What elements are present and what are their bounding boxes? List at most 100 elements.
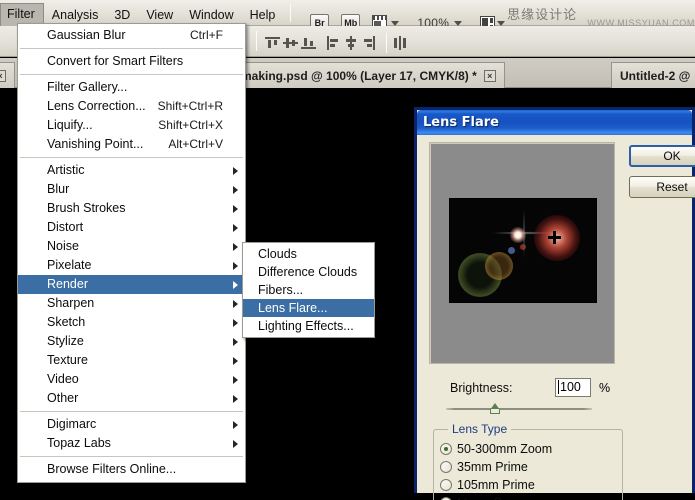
submenu-item-lens-flare[interactable]: Lens Flare... [243, 299, 374, 317]
menu-item-shortcut: Shift+Ctrl+X [158, 118, 223, 132]
menu-item-label: Digimarc [47, 417, 97, 431]
menu-item-sketch[interactable]: Sketch [18, 313, 245, 332]
submenu-arrow-icon [233, 421, 238, 429]
menu-item-sharpen[interactable]: Sharpen [18, 294, 245, 313]
render-submenu: Clouds Difference Clouds Fibers... Lens … [242, 242, 375, 338]
arrange-chevron-down-icon[interactable] [497, 20, 506, 26]
flare-preview-image[interactable] [449, 198, 597, 303]
menu-item-pixelate[interactable]: Pixelate [18, 256, 245, 275]
submenu-arrow-icon [233, 205, 238, 213]
document-tab-2-label: making.psd @ 100% (Layer 17, CMYK/8) * [241, 68, 477, 83]
menu-item-texture[interactable]: Texture [18, 351, 245, 370]
align-horizontal-centers-icon[interactable] [344, 36, 359, 50]
menu-item-lens-correction[interactable]: Lens Correction... Shift+Ctrl+R [18, 97, 245, 116]
menu-item-label: Sharpen [47, 296, 95, 310]
menu-separator [20, 411, 243, 412]
document-tab-3[interactable]: Untitled-2 @ [611, 62, 695, 88]
menu-view[interactable]: View [138, 5, 181, 25]
flare-center-crosshair-icon[interactable] [548, 231, 561, 244]
submenu-arrow-icon [233, 440, 238, 448]
menu-item-label: Sketch [47, 315, 86, 329]
submenu-item-clouds[interactable]: Clouds [243, 245, 374, 263]
submenu-arrow-icon [233, 300, 238, 308]
align-vertical-centers-icon[interactable] [283, 36, 298, 50]
dialog-title: Lens Flare [423, 115, 499, 130]
submenu-item-fibers[interactable]: Fibers... [243, 281, 374, 299]
menu-item-noise[interactable]: Noise [18, 237, 245, 256]
submenu-item-lighting-effects[interactable]: Lighting Effects... [243, 317, 374, 335]
submenu-item-difference-clouds[interactable]: Difference Clouds [243, 263, 374, 281]
slider-thumb[interactable] [490, 403, 501, 415]
menu-help-label: Help [249, 7, 276, 22]
menu-item-video[interactable]: Video [18, 370, 245, 389]
lens-flare-dialog: Lens Flare OK Reset Brightness: 100 % Le… [414, 107, 695, 500]
menu-item-gaussian-blur[interactable]: Gaussian Blur Ctrl+F [18, 26, 245, 45]
submenu-arrow-icon [233, 338, 238, 346]
close-icon[interactable]: × [483, 69, 496, 82]
menu-item-label: Render [47, 277, 88, 291]
menu-item-stylize[interactable]: Stylize [18, 332, 245, 351]
menu-item-label: Vanishing Point... [47, 137, 144, 151]
menu-window[interactable]: Window [181, 5, 241, 25]
radio-icon [440, 479, 452, 491]
menu-item-shortcut: Alt+Ctrl+V [168, 137, 223, 151]
brightness-input[interactable]: 100 [555, 378, 591, 397]
submenu-arrow-icon [233, 186, 238, 194]
document-tab-2[interactable]: making.psd @ 100% (Layer 17, CMYK/8) * × [232, 62, 505, 88]
menu-item-liquify[interactable]: Liquify... Shift+Ctrl+X [18, 116, 245, 135]
menu-3d[interactable]: 3D [106, 5, 138, 25]
menu-item-label: Liquify... [47, 118, 93, 132]
menu-item-browse-filters-online[interactable]: Browse Filters Online... [18, 460, 245, 479]
menu-item-digimarc[interactable]: Digimarc [18, 415, 245, 434]
menu-item-shortcut: Ctrl+F [190, 28, 223, 42]
menu-item-label: Artistic [47, 163, 85, 177]
menu-filter-label: Filter [7, 7, 35, 21]
menu-item-filter-gallery[interactable]: Filter Gallery... [18, 78, 245, 97]
menu-item-label: Other [47, 391, 79, 405]
radio-50-300mm-zoom[interactable]: 50-300mm Zoom [440, 441, 552, 457]
flare-preview-panel[interactable] [429, 142, 615, 364]
menu-item-label: Video [47, 372, 79, 386]
close-icon[interactable]: × [0, 69, 7, 82]
menu-item-label: Blur [47, 182, 70, 196]
brightness-row: Brightness: 100 % [429, 378, 679, 400]
radio-105mm-prime[interactable]: 105mm Prime [440, 477, 535, 493]
menu-separator [20, 157, 243, 158]
align-right-edges-icon[interactable] [362, 36, 377, 50]
menu-analysis[interactable]: Analysis [44, 5, 107, 25]
zoom-chevron-down-icon[interactable] [454, 20, 463, 26]
align-left-edges-icon[interactable] [326, 36, 341, 50]
radio-icon [440, 461, 452, 473]
menu-item-distort[interactable]: Distort [18, 218, 245, 237]
align-bottom-edges-icon[interactable] [301, 36, 316, 50]
submenu-arrow-icon [233, 319, 238, 327]
menu-item-other[interactable]: Other [18, 389, 245, 408]
flare-dot-red [520, 244, 526, 250]
brightness-slider[interactable] [446, 403, 592, 417]
reset-button[interactable]: Reset [629, 176, 695, 198]
menu-item-vanishing-point[interactable]: Vanishing Point... Alt+Ctrl+V [18, 135, 245, 154]
submenu-arrow-icon [233, 281, 238, 289]
distribute-icon[interactable] [393, 36, 408, 50]
dialog-title-bar[interactable]: Lens Flare [417, 110, 692, 135]
radio-movie-prime[interactable]: Movie Prime [440, 495, 526, 500]
menu-item-convert-for-smart-filters[interactable]: Convert for Smart Filters [18, 52, 245, 71]
menu-item-topaz-labs[interactable]: Topaz Labs [18, 434, 245, 453]
align-top-edges-icon[interactable] [265, 36, 280, 50]
menu-help[interactable]: Help [242, 5, 284, 25]
menu-separator [20, 48, 243, 49]
menu-item-blur[interactable]: Blur [18, 180, 245, 199]
slider-track [446, 408, 592, 410]
options-divider-left [256, 31, 257, 51]
menu-item-brush-strokes[interactable]: Brush Strokes [18, 199, 245, 218]
document-tab-1[interactable]: GB/8) * × [0, 62, 16, 88]
submenu-item-label: Fibers... [258, 283, 304, 297]
radio-35mm-prime[interactable]: 35mm Prime [440, 459, 528, 475]
screen-mode-chevron-down-icon[interactable] [391, 20, 400, 26]
menu-item-artistic[interactable]: Artistic [18, 161, 245, 180]
menu-item-render[interactable]: Render [18, 275, 245, 294]
text-cursor [558, 380, 559, 394]
menu-item-label: Lens Correction... [47, 99, 146, 113]
submenu-item-label: Lighting Effects... [258, 319, 354, 333]
ok-button[interactable]: OK [629, 145, 695, 167]
